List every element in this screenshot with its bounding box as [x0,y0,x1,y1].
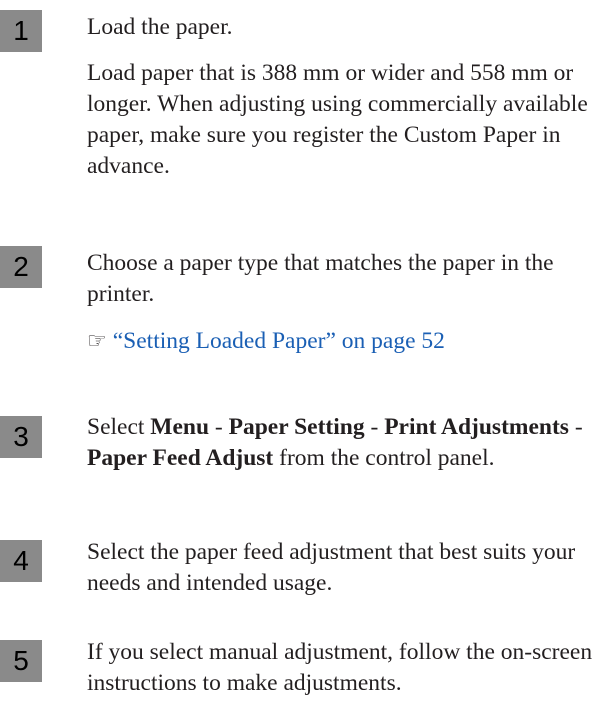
step-instruction: Select the paper feed adjustment that be… [87,539,576,596]
separator: - [364,414,385,440]
menu-label: Menu [150,414,210,440]
print-adjustments-label: Print Adjustments [384,414,569,440]
step-instruction: Select Menu - Paper Setting - Print Adju… [87,412,609,474]
paper-setting-label: Paper Setting [228,414,365,440]
separator: - [209,414,229,440]
step-number-badge: 2 [0,246,42,288]
step-instruction: Load the paper. [87,14,233,40]
cross-reference[interactable]: ☞ “Setting Loaded Paper” on page 52 [87,326,609,357]
text-select: Select [87,414,151,440]
paper-feed-adjust-label: Paper Feed Adjust [87,445,274,471]
step-number-badge: 3 [0,416,42,458]
reference-link[interactable]: “Setting Loaded Paper” on page 52 [113,328,445,354]
reference-arrow-icon: ☞ [87,329,107,354]
step-number-badge: 5 [0,640,42,682]
step-detail: Load paper that is 388 mm or wider and 5… [87,60,588,179]
step-instruction: If you select manual adjustment, follow … [87,639,593,696]
text-from-control-panel: from the control panel. [273,445,495,471]
step-number-badge: 1 [0,10,42,52]
step-number-badge: 4 [0,540,42,582]
separator: - [568,414,583,440]
step-instruction: Choose a paper type that matches the pap… [87,250,554,307]
